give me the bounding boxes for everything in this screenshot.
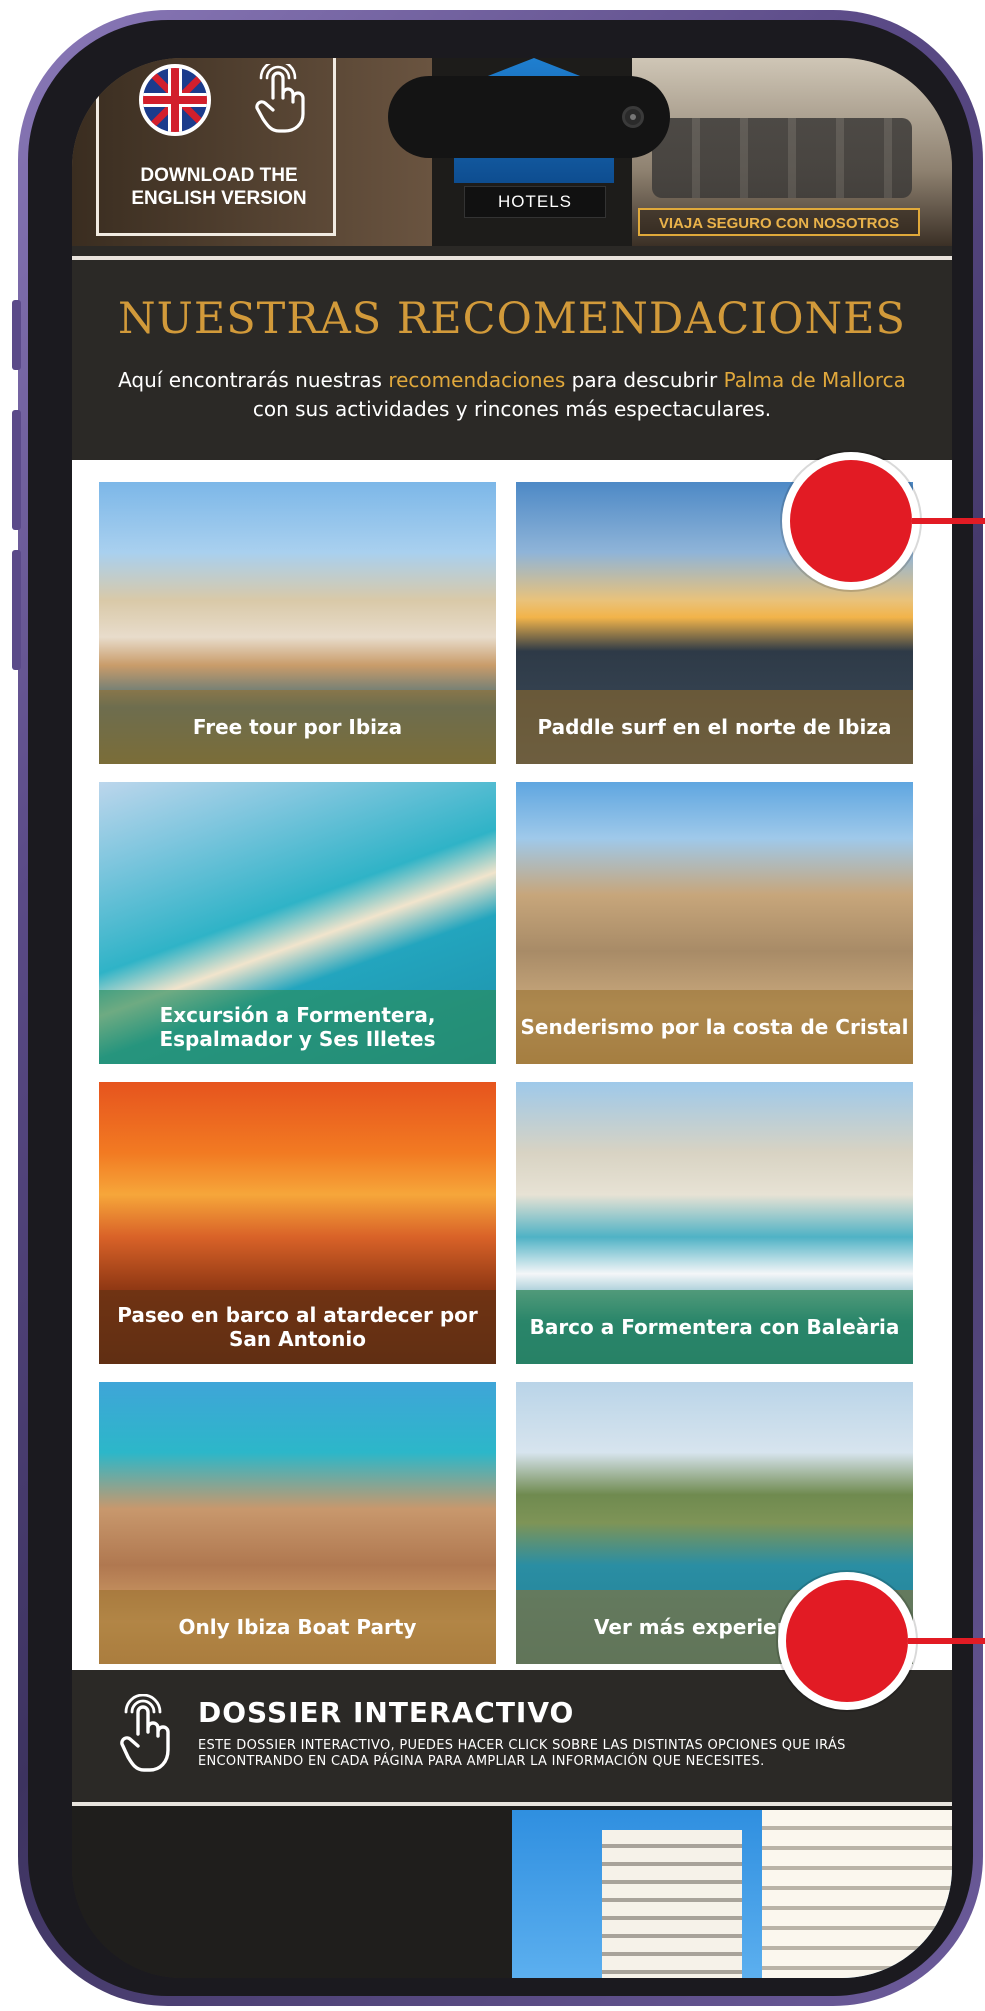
card-excursion-formentera[interactable]: Excursión a Formentera, Espalmador y Ses… (99, 782, 496, 1064)
card-caption: Senderismo por la costa de Cristal (516, 990, 913, 1064)
banner-left-panel: DOWNLOAD THE ENGLISH VERSION (72, 58, 432, 246)
card-caption: Free tour por Ibiza (99, 690, 496, 764)
annotation-line-bottom (908, 1638, 985, 1644)
hotel-wing-image (762, 1810, 952, 1978)
camera-icon (622, 106, 644, 128)
recommendations-header: NUESTRAS RECOMENDACIONES Aquí encontrará… (72, 256, 952, 460)
airport-chairs-image (652, 118, 912, 198)
hotel-building-photo (512, 1810, 952, 1978)
recommendations-grid: Free tour por Ibiza Paddle surf en el no… (72, 460, 952, 1670)
side-button-mute (12, 300, 21, 370)
hand-pointer-icon (255, 64, 305, 133)
card-caption: Paddle surf en el norte de Ibiza (516, 690, 913, 764)
card-paseo-barco-atardecer[interactable]: Paseo en barco al atardecer por San Anto… (99, 1082, 496, 1364)
card-caption: Only Ibiza Boat Party (99, 1590, 496, 1664)
card-barco-formentera-balearia[interactable]: Barco a Formentera con Baleària (516, 1082, 913, 1364)
dossier-description: ESTE DOSSIER INTERACTIVO, PUEDES HACER C… (198, 1738, 846, 1769)
subtitle-text-3: con sus actividades y rincones más espec… (252, 397, 772, 421)
hand-pointer-icon (120, 1694, 170, 1772)
annotation-marker-bottom (778, 1572, 916, 1710)
annotation-line-top (912, 518, 985, 524)
dynamic-island (388, 76, 670, 158)
card-only-ibiza-boat-party[interactable]: Only Ibiza Boat Party (99, 1382, 496, 1664)
card-caption: Paseo en barco al atardecer por San Anto… (99, 1290, 496, 1364)
download-english-label: DOWNLOAD THE ENGLISH VERSION (131, 165, 307, 209)
subtitle-highlight-palma: Palma de Mallorca (723, 368, 906, 392)
recommendations-subtitle: Aquí encontrarás nuestras recomendacione… (112, 366, 912, 424)
dossier-title: DOSSIER INTERACTIVO (198, 1696, 575, 1729)
annotation-marker-top (782, 452, 920, 590)
viaja-seguro-badge[interactable]: VIAJA SEGURO CON NOSOTROS (638, 208, 920, 236)
subtitle-text-1: Aquí encontrarás nuestras (118, 368, 389, 392)
recommendations-title: NUESTRAS RECOMENDACIONES (117, 294, 907, 344)
hotels-label: HOTELS (464, 186, 606, 218)
card-senderismo[interactable]: Senderismo por la costa de Cristal (516, 782, 913, 1064)
side-button-volume-down (12, 550, 21, 670)
uk-flag-icon (139, 64, 211, 136)
subtitle-highlight-recomendaciones: recomendaciones (388, 368, 566, 392)
subtitle-text-2: para descubrir (565, 368, 724, 392)
card-caption: Barco a Formentera con Baleària (516, 1290, 913, 1364)
card-caption: Excursión a Formentera, Espalmador y Ses… (99, 990, 496, 1064)
top-banner: DOWNLOAD THE ENGLISH VERSION HOTELS VIAJ… (72, 58, 952, 246)
banner-photo-airport: VIAJA SEGURO CON NOSOTROS (632, 58, 952, 246)
download-english-button[interactable]: DOWNLOAD THE ENGLISH VERSION (96, 58, 336, 236)
side-button-volume-up (12, 410, 21, 530)
card-free-tour-ibiza[interactable]: Free tour por Ibiza (99, 482, 496, 764)
hotel-tower-image (602, 1830, 742, 1978)
bottom-hotel-banner (72, 1802, 952, 1978)
